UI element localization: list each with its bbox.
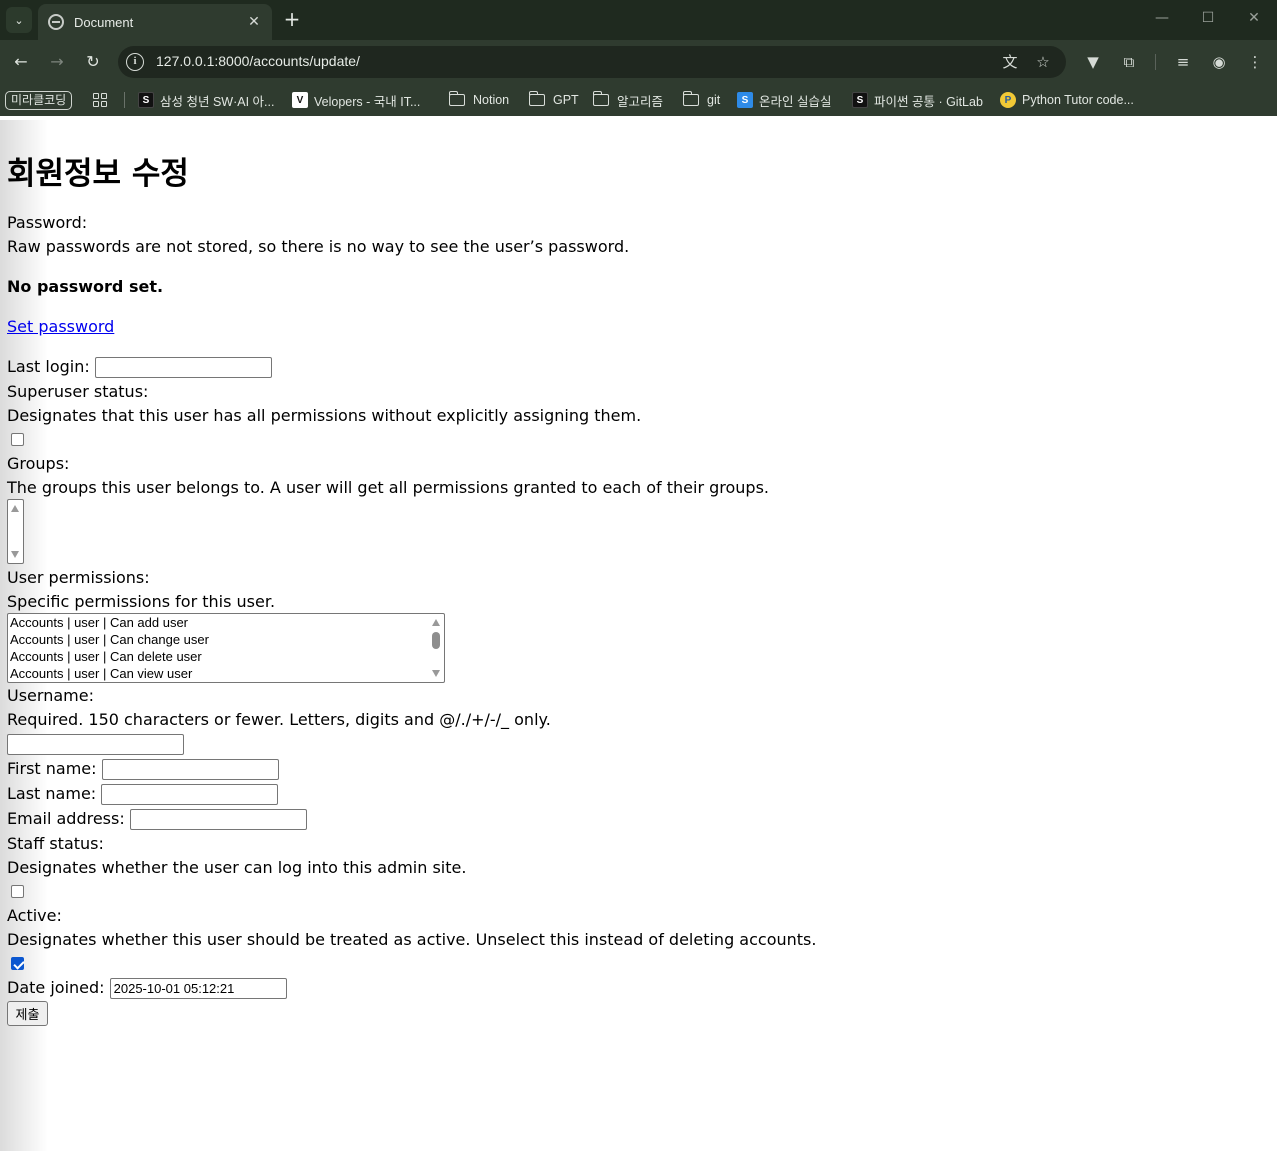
lab-favicon-icon: S [737,92,753,108]
minimize-icon[interactable]: — [1152,10,1172,26]
username-help-text: Required. 150 characters or fewer. Lette… [7,710,551,729]
groups-scrollbar[interactable] [8,500,23,563]
scroll-up-arrow-icon[interactable] [432,619,440,626]
profile-icon[interactable]: ◉ [1209,52,1229,72]
staff-status-checkbox[interactable] [11,885,24,898]
translate-icon[interactable]: 文 [1000,52,1020,72]
tab-close-icon[interactable]: ✕ [246,14,262,30]
last-name-input[interactable] [101,784,279,805]
bookmarks-divider [124,92,125,108]
password-status: No password set. [7,277,164,296]
staff-status-label: Staff status: [7,834,104,853]
date-joined-label: Date joined: [7,978,105,997]
folder-icon [448,91,465,106]
permission-option[interactable]: Accounts | user | Can change user [10,631,209,648]
bookmark-python-tutor[interactable]: P Python Tutor code... [1000,90,1134,110]
bookmark-online-lab[interactable]: S 온라인 실습실 [737,90,831,110]
menu-kebab-icon[interactable]: ⋮ [1245,52,1265,72]
page-viewport: 회원정보 수정 Password: Raw passwords are not … [0,120,1277,1151]
forward-arrow-icon[interactable]: → [46,51,68,73]
new-tab-plus-icon[interactable]: + [282,8,302,30]
address-bar[interactable]: i 127.0.0.1:8000/accounts/update/ 文 ☆ [118,46,1066,78]
last-login-input[interactable] [94,357,272,378]
last-name-row: Last name: [7,784,279,805]
last-login-label: Last login: [7,357,90,376]
apps-grid-icon[interactable] [93,90,107,110]
superuser-checkbox[interactable] [11,433,24,446]
python-favicon-icon: P [1000,92,1016,108]
url-text[interactable]: 127.0.0.1:8000/accounts/update/ [156,53,360,69]
superuser-label: Superuser status: [7,382,149,401]
first-name-input[interactable] [101,759,279,780]
bookmark-star-icon[interactable]: ☆ [1033,52,1053,72]
first-name-label: First name: [7,759,97,778]
date-joined-row: Date joined: [7,978,287,999]
superuser-help-text: Designates that this user has all permis… [7,406,642,425]
groups-label: Groups: [7,454,70,473]
tab-search-chevron-icon[interactable]: ⌄ [6,7,32,33]
last-login-row: Last login: [7,357,272,378]
permission-option[interactable]: Accounts | user | Can add user [10,614,188,631]
scrollbar-thumb[interactable] [432,632,440,649]
folder-icon [528,91,545,106]
username-input[interactable] [7,734,184,755]
bookmark-folder-algorithm[interactable]: 알고리즘 [592,90,663,110]
bookmark-folder-notion[interactable]: Notion [448,90,509,110]
user-permissions-label: User permissions: [7,568,150,587]
gitlab-favicon-icon: S [852,92,868,108]
user-permissions-select[interactable]: Accounts | user | Can add user Accounts … [7,613,445,683]
date-joined-input[interactable] [109,978,287,999]
bookmark-miracle-coding[interactable]: 미라클코딩 [5,90,73,110]
tab-strip: ⌄ Document ✕ + — ☐ ✕ [0,0,1277,40]
bookmark-python-gitlab[interactable]: S 파이썬 공통 · GitLab [852,90,983,110]
permissions-scrollbar[interactable] [429,614,444,682]
ssafy-favicon-icon: S [138,92,154,108]
password-label: Password: [7,213,88,232]
email-label: Email address: [7,809,125,828]
browser-toolbar: ← → ↻ i 127.0.0.1:8000/accounts/update/ … [0,40,1277,84]
bookmark-folder-gpt[interactable]: GPT [528,90,579,110]
groups-help-text: The groups this user belongs to. A user … [7,478,769,497]
extensions-puzzle-icon[interactable]: ⧉ [1119,52,1139,72]
bookmark-samsung-sw[interactable]: S 삼성 청년 SW·AI 아... [138,90,274,110]
username-label: Username: [7,686,94,705]
email-row: Email address: [7,809,307,830]
tab-document[interactable]: Document ✕ [38,4,272,40]
bookmarks-bar: 미라클코딩 S 삼성 청년 SW·AI 아... V Velopers - 국내… [0,84,1277,116]
folder-icon [592,91,609,106]
maximize-icon[interactable]: ☐ [1198,10,1218,26]
page-title: 회원정보 수정 [7,156,189,192]
bookmark-folder-git[interactable]: git [682,90,720,110]
reload-icon[interactable]: ↻ [82,51,104,73]
scroll-down-arrow-icon[interactable] [11,551,19,558]
active-help-text: Designates whether this user should be t… [7,930,817,949]
globe-icon [48,14,64,30]
permission-option[interactable]: Accounts | user | Can delete user [10,648,202,665]
password-help-text: Raw passwords are not stored, so there i… [7,237,630,256]
user-permissions-help-text: Specific permissions for this user. [7,592,276,611]
scroll-up-arrow-icon[interactable] [11,505,19,512]
submit-button[interactable]: 제출 [7,1001,48,1026]
toolbar-divider [1155,54,1156,70]
first-name-row: First name: [7,759,279,780]
permission-option[interactable]: Accounts | user | Can view user [10,665,192,682]
site-info-icon[interactable]: i [126,53,144,71]
media-controls-icon[interactable]: ≡ [1173,52,1193,72]
active-checkbox[interactable] [11,957,24,970]
scroll-down-arrow-icon[interactable] [432,670,440,677]
last-name-label: Last name: [7,784,97,803]
email-input[interactable] [129,809,307,830]
back-arrow-icon[interactable]: ← [10,51,32,73]
staff-status-help-text: Designates whether the user can log into… [7,858,467,877]
groups-select[interactable] [7,499,24,564]
close-window-icon[interactable]: ✕ [1244,10,1264,26]
set-password-link[interactable]: Set password [7,317,114,336]
folder-icon [682,91,699,106]
velog-favicon-icon: V [292,92,308,108]
bookmark-velopers[interactable]: V Velopers - 국내 IT... [292,90,420,110]
tab-title: Document [74,14,134,30]
vivaldi-extension-icon[interactable]: ▼ [1083,52,1103,72]
active-label: Active: [7,906,62,925]
